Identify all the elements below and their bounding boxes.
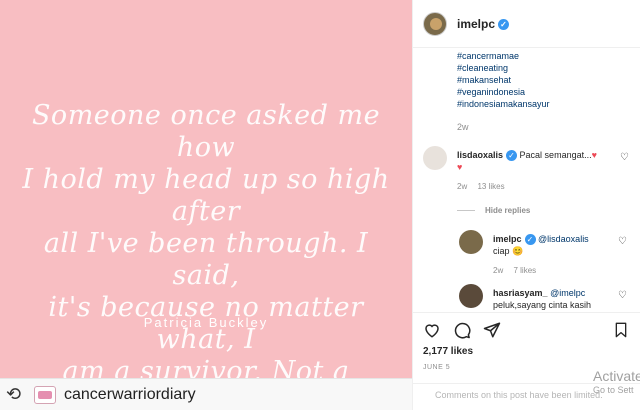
caption-hashtags: #cancermamae #cleaneating #makansehat #v… [457,50,550,110]
windows-activation-subtext: Go to Sett [593,385,634,395]
comment: lisdaoxalis ✓ Pacal semangat...♥ ♥ ♡ 2w 1… [423,146,640,196]
reply-username[interactable]: imelpc [493,234,522,244]
repost-icon: ⟲ [6,384,22,404]
divider [457,210,475,211]
avatar[interactable] [423,11,447,36]
comment-icon[interactable] [453,321,471,339]
reply-time[interactable]: 2w [493,266,503,275]
repost-username[interactable]: cancerwarriordiary [64,386,196,404]
windows-activation-watermark: Activate [593,368,640,384]
comment-likes[interactable]: 13 likes [477,182,504,191]
reply-meta: 2w 7 likes [493,266,544,275]
instagram-post-view: Someone once asked me how I hold my head… [0,0,640,410]
reply-username[interactable]: hasriasyam_ [493,288,548,298]
bookmark-icon[interactable] [613,321,629,339]
action-icons [423,321,501,339]
like-heart-icon[interactable]: ♡ [618,290,627,301]
mention-link[interactable]: @lisdaoxalis [538,234,589,244]
post-actions: 2,177 likes JUNE 5 Comments on this post… [413,312,640,410]
share-icon[interactable] [483,321,501,339]
caption-timestamp[interactable]: 2w [457,122,469,132]
likes-count[interactable]: 2,177 likes [423,346,473,357]
repost-avatar[interactable] [34,385,56,404]
reply-likes[interactable]: 7 likes [513,266,536,275]
post-sidebar: imelpc ✓ #cancermamae #cleaneating #makan… [412,0,640,410]
hide-replies-label[interactable]: Hide replies [485,206,530,215]
like-heart-icon[interactable]: ♡ [620,152,629,163]
comment-body: Pacal semangat... [519,150,592,160]
avatar[interactable] [459,230,483,254]
comment-username[interactable]: lisdaoxalis [457,150,503,160]
hashtag-link[interactable]: #indonesiamakansayur [457,98,550,110]
comment-time[interactable]: 2w [457,182,467,191]
quote-line: all I've been through. I said, [43,228,369,291]
username-text[interactable]: imelpc [457,17,495,31]
post-header: imelpc ✓ [413,0,640,48]
quote-line: Someone once asked me how [31,100,381,163]
verified-badge-icon: ✓ [524,234,536,246]
hide-replies-button[interactable]: Hide replies [457,206,530,215]
verified-badge-icon: ✓ [498,18,510,30]
hashtag-link[interactable]: #cleaneating [457,62,550,74]
avatar[interactable] [423,146,447,170]
mention-link[interactable]: @imelpc [550,288,585,298]
quote-line: I hold my head up so high after [22,164,390,227]
quote-text: Someone once asked me how I hold my head… [10,100,402,410]
repost-bar: ⟲ cancerwarriordiary [0,378,412,410]
quote-author: Patricia Buckley [143,315,269,330]
verified-badge-icon: ✓ [506,150,518,162]
hashtag-link[interactable]: #cancermamae [457,50,550,62]
reply: hasriasyam_ @imelpc peluk,sayang cinta k… [459,284,639,312]
heart-emoji-icon: ♥ [591,150,597,160]
heart-icon[interactable] [423,321,441,339]
post-date[interactable]: JUNE 5 [423,364,450,371]
hashtag-link[interactable]: #makansehat [457,74,550,86]
hashtag-link[interactable]: #veganindonesia [457,86,550,98]
reply-body: ciap [493,246,510,257]
comment-text: lisdaoxalis ✓ Pacal semangat...♥ ♥ [457,149,607,173]
reply-body: peluk,sayang cinta kasih [493,300,592,310]
reply: imelpc ✓ @lisdaoxalis ciap 😊 ♡ 2w 7 likes [459,230,639,276]
header-username[interactable]: imelpc ✓ [457,17,510,31]
like-heart-icon[interactable]: ♡ [618,236,627,247]
post-image[interactable]: Someone once asked me how I hold my head… [0,0,412,410]
comment-meta: 2w 13 likes [457,182,513,191]
avatar[interactable] [459,284,483,308]
heart-emoji-icon: ♥ [457,162,463,173]
smile-emoji-icon: 😊 [512,246,524,257]
